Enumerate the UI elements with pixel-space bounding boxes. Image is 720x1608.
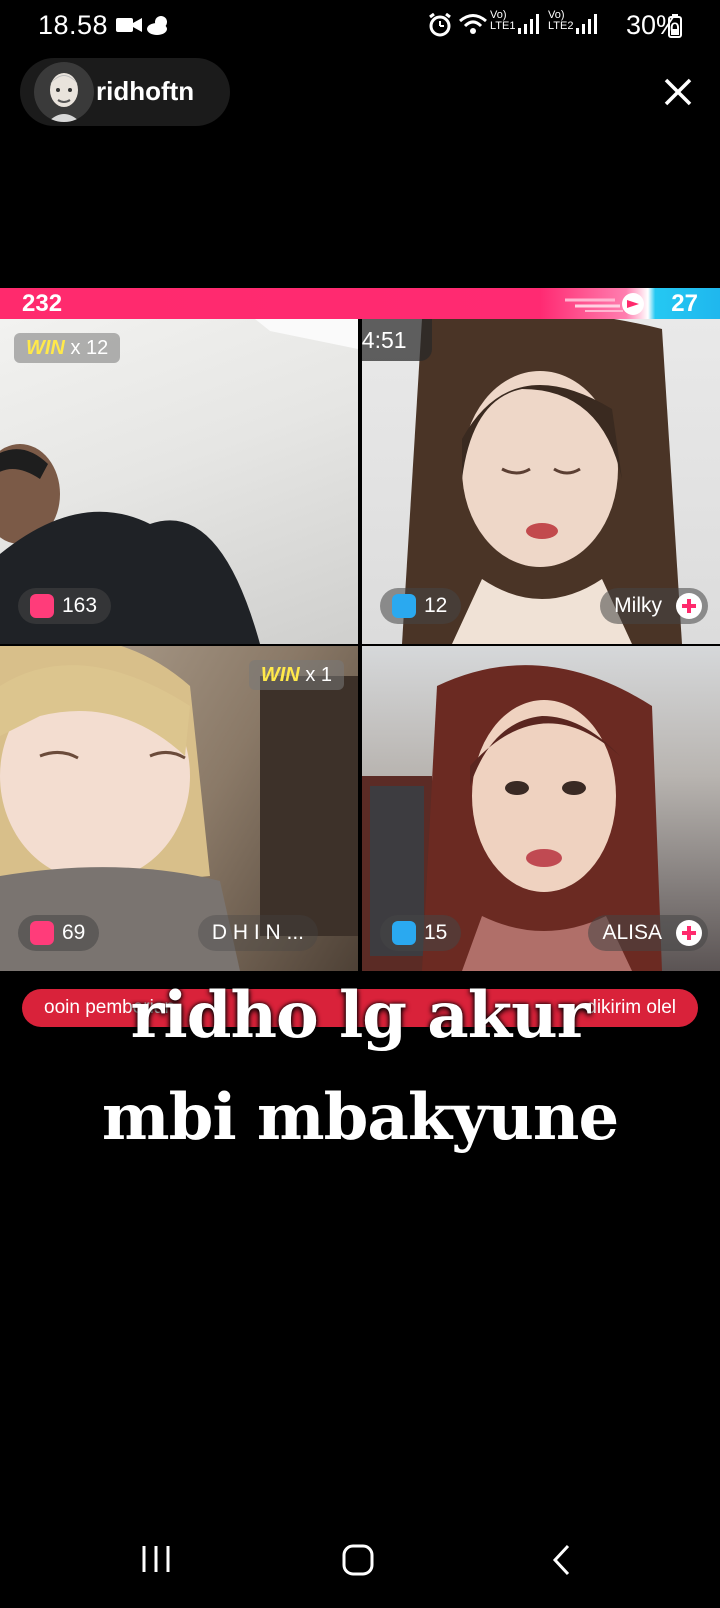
guest-score-value: 15 xyxy=(424,921,448,944)
status-time: 18.58 xyxy=(38,10,109,40)
signal-icon xyxy=(518,14,539,34)
guest-name: Milky xyxy=(614,594,662,617)
battery-icon xyxy=(668,14,682,38)
system-navigation-bar xyxy=(0,1530,720,1590)
back-icon[interactable] xyxy=(550,1544,574,1576)
follow-plus-icon[interactable] xyxy=(676,593,702,619)
guest-tile-3[interactable]: WIN x 1 69 D H I N ... xyxy=(0,646,358,971)
host-profile[interactable]: ridhoftn xyxy=(20,58,230,126)
guest-score: 12 xyxy=(380,588,462,624)
win-streak-badge: WIN x 1 xyxy=(248,660,344,690)
score-left: 232 xyxy=(22,290,63,317)
win-count: x 1 xyxy=(305,664,332,686)
guest-tile-4[interactable]: 15 ALISA xyxy=(362,646,720,971)
avatar[interactable] xyxy=(34,62,94,122)
guest-name-pill[interactable]: ALISA xyxy=(588,915,708,951)
score-right: 27 xyxy=(671,290,698,317)
win-label: WIN xyxy=(260,664,300,686)
volte-sim2: Vo) LTE2 xyxy=(548,9,574,32)
username: ridhoftn xyxy=(96,76,195,106)
wifi-icon xyxy=(459,14,487,34)
signal-icon xyxy=(576,14,597,34)
guest-score: 163 xyxy=(18,588,112,624)
guest-score: 69 xyxy=(18,915,100,951)
volte-sim1: Vo) LTE1 xyxy=(490,9,516,32)
blue-team-icon xyxy=(392,921,416,945)
blue-team-icon xyxy=(392,594,416,618)
guest-name-pill[interactable]: Milky xyxy=(600,588,708,624)
win-streak-badge: WIN x 12 xyxy=(14,333,121,363)
guest-tile-2[interactable]: 04:51 12 Milky xyxy=(362,319,720,644)
win-label: WIN xyxy=(26,337,65,359)
pink-team-icon xyxy=(30,921,54,945)
win-count: x 12 xyxy=(70,337,109,359)
sim2-label: LTE2 xyxy=(548,20,574,32)
multi-guest-grid: WIN x 12 163 04:51 12 Mi xyxy=(0,319,720,971)
sim1-label: LTE1 xyxy=(490,20,516,32)
guest-tile-1[interactable]: WIN x 12 163 xyxy=(0,319,358,644)
video-camera-icon xyxy=(116,18,142,32)
guest-name: D H I N ... xyxy=(211,921,304,944)
battle-timer: 04:51 xyxy=(362,319,432,361)
recent-apps-icon[interactable] xyxy=(140,1544,172,1574)
caption-line-2: mbi mbakyune xyxy=(101,1080,619,1155)
home-icon[interactable] xyxy=(342,1544,374,1576)
close-icon[interactable] xyxy=(660,74,696,110)
caption-line-1: ridho lg akur xyxy=(130,978,591,1053)
follow-plus-icon[interactable] xyxy=(676,920,702,946)
alarm-icon xyxy=(429,13,451,37)
pink-team-icon xyxy=(30,594,54,618)
guest-score: 15 xyxy=(380,915,462,951)
weather-icon xyxy=(147,16,167,35)
timer-text: 04:51 xyxy=(362,327,407,353)
guest-name-pill[interactable]: D H I N ... xyxy=(197,915,318,951)
guest-score-value: 163 xyxy=(62,594,98,617)
streak-icon xyxy=(565,293,644,315)
guest-score-value: 69 xyxy=(62,921,86,944)
guest-score-value: 12 xyxy=(424,594,448,617)
battle-score-bar: 232 27 xyxy=(0,288,720,319)
status-bar: 18.58 Vo) LTE1 Vo) LTE2 30% xyxy=(0,0,720,52)
guest-name: ALISA xyxy=(602,921,662,944)
